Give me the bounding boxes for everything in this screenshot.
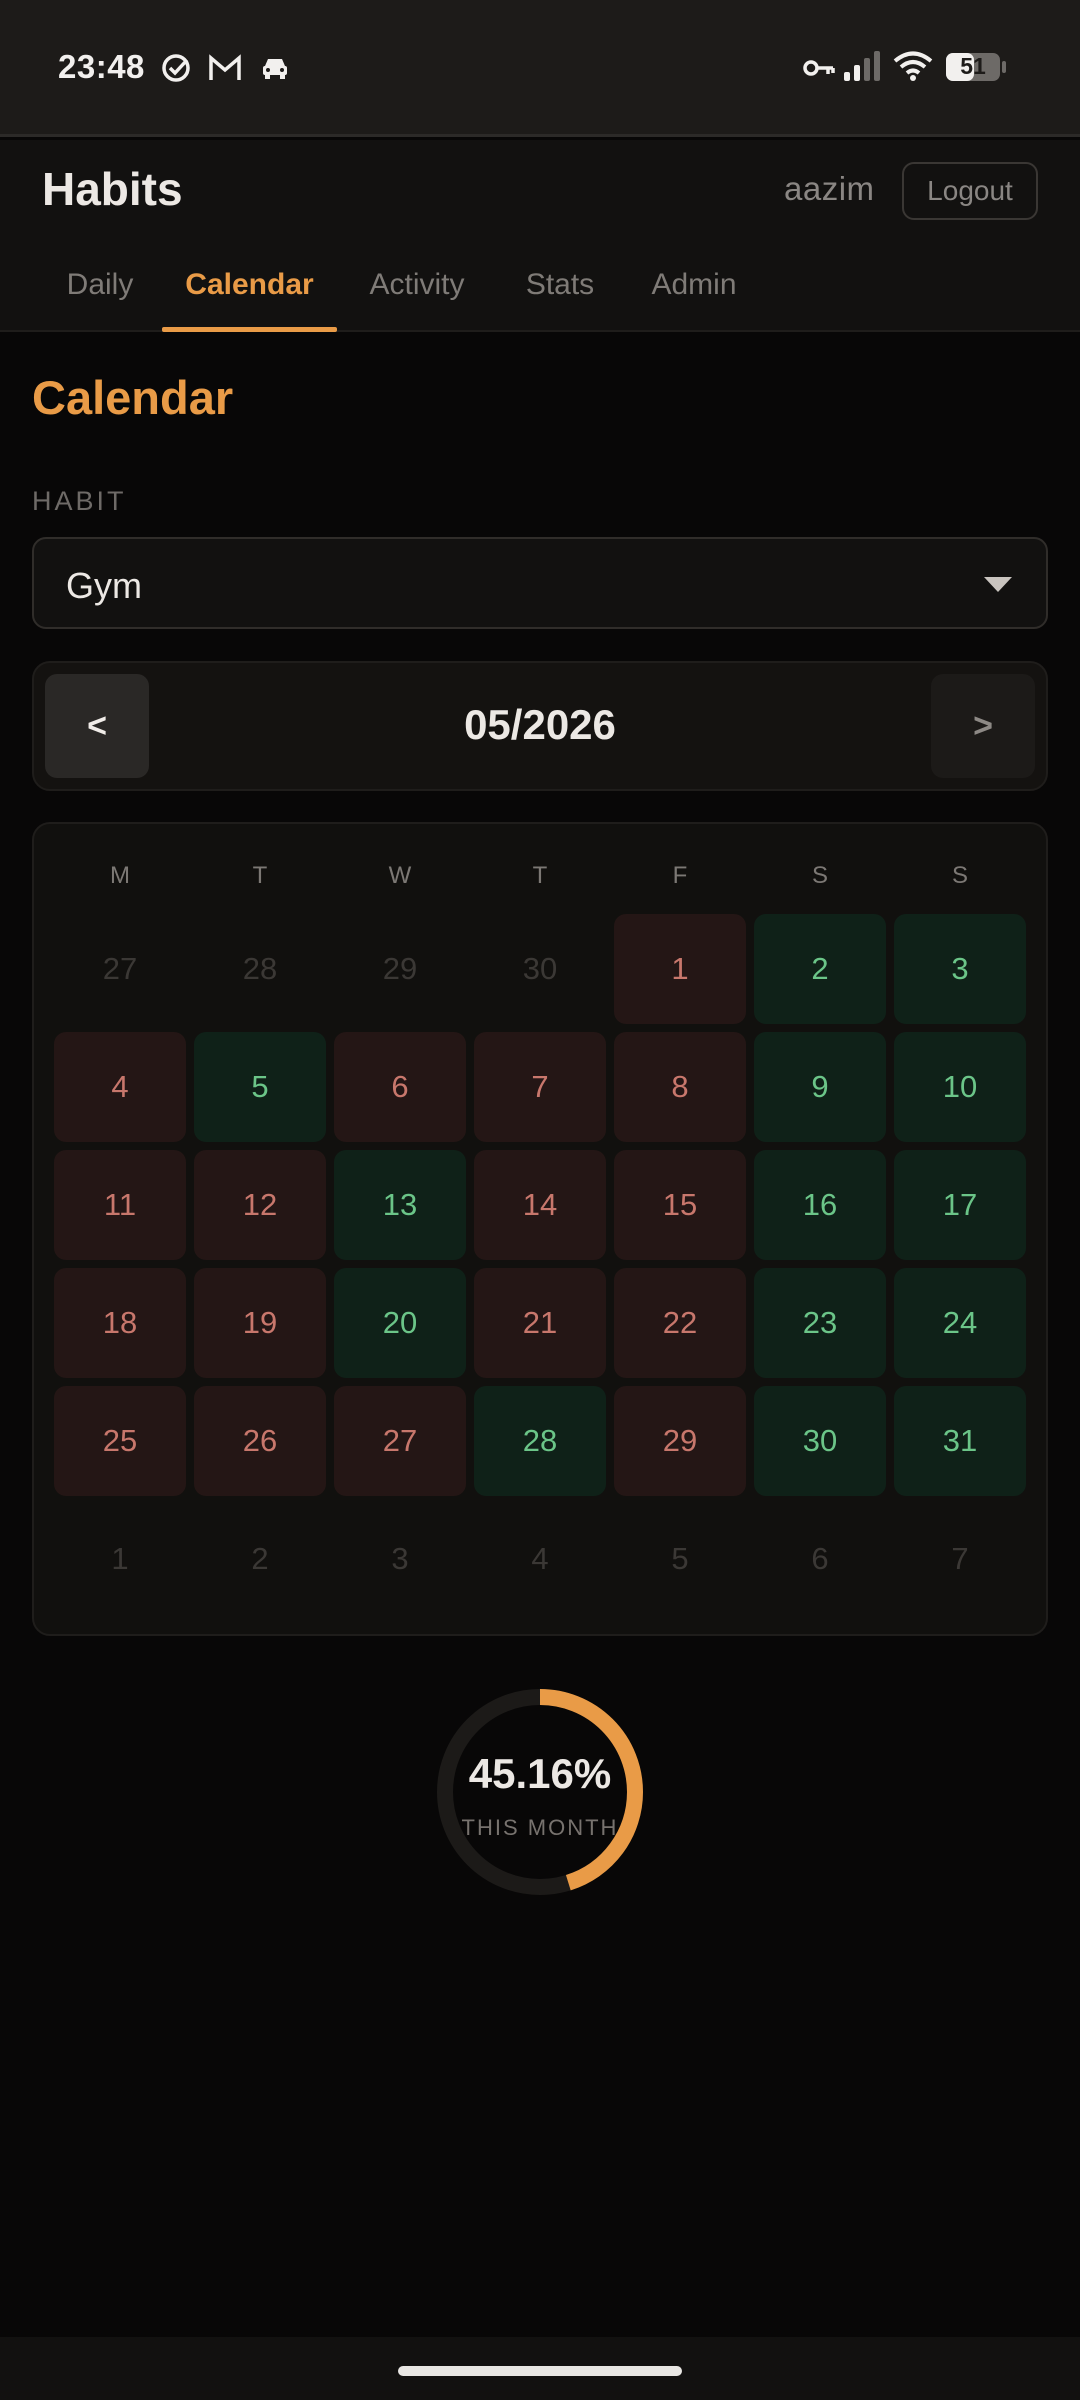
battery-icon: 51 [945,52,1007,89]
calendar-day-done[interactable]: 30 [754,1386,886,1496]
username: aazim [784,170,875,207]
app-title: Habits [42,163,183,215]
calendar-day-outside: 27 [102,951,138,986]
calendar-day-outside: 4 [531,1541,549,1576]
calendar-day-missed[interactable]: 6 [334,1032,466,1142]
calendar-day-done[interactable]: 31 [894,1386,1026,1496]
calendar-day-missed[interactable]: 19 [194,1268,326,1378]
next-month-button[interactable]: > [931,674,1035,778]
wifi-icon [893,50,933,87]
tab-activity[interactable]: Activity [350,248,484,332]
gmail-icon [208,52,242,89]
logout-button[interactable]: Logout [902,162,1038,220]
habit-label: HABIT [32,486,127,516]
status-bar: 23:48 51 [0,0,1080,137]
weekday-header: F [672,862,688,889]
weekday-header: W [388,862,412,889]
calendar-day-missed[interactable]: 22 [614,1268,746,1378]
calendar-day-missed[interactable]: 15 [614,1150,746,1260]
calendar-day-done[interactable]: 24 [894,1268,1026,1378]
car-icon [259,52,291,89]
progress-caption: THIS MONTH [461,1815,619,1840]
calendar-day-done[interactable]: 10 [894,1032,1026,1142]
tab-stats[interactable]: Stats [508,248,612,332]
calendar-day-missed[interactable]: 21 [474,1268,606,1378]
calendar-day-outside: 1 [111,1541,129,1576]
calendar-day-missed[interactable]: 14 [474,1150,606,1260]
calendar-day-outside: 3 [391,1541,409,1576]
calendar-day-missed[interactable]: 29 [614,1386,746,1496]
calendar-day-done[interactable]: 13 [334,1150,466,1260]
status-time: 23:48 [58,48,145,85]
calendar-day-missed[interactable]: 11 [54,1150,186,1260]
calendar-day-done[interactable]: 9 [754,1032,886,1142]
calendar-day-done[interactable]: 17 [894,1150,1026,1260]
calendar-day-done[interactable]: 28 [474,1386,606,1496]
calendar-day-done[interactable]: 20 [334,1268,466,1378]
weekday-header: M [110,862,130,889]
calendar-day-missed[interactable]: 27 [334,1386,466,1496]
tab-bar: Daily Calendar Activity Stats Admin [0,248,1080,332]
weekday-header: T [532,862,548,889]
month-navigator: < 05/2026 > [32,661,1048,791]
calendar-day-done[interactable]: 5 [194,1032,326,1142]
habit-select-value: Gym [66,565,142,606]
battery-level: 51 [960,53,986,79]
calendar-day-missed[interactable]: 26 [194,1386,326,1496]
calendar-day-missed[interactable]: 1 [614,914,746,1024]
calendar-day-done[interactable]: 3 [894,914,1026,1024]
cell-signal-icon [843,50,881,87]
calendar-day-missed[interactable]: 18 [54,1268,186,1378]
habit-select[interactable]: Gym [32,537,1048,629]
calendar-day-outside: 5 [671,1541,689,1576]
calendar-day-outside: 2 [251,1541,269,1576]
calendar-day-done[interactable]: 16 [754,1150,886,1260]
tab-calendar[interactable]: Calendar [162,248,337,332]
weekday-header: S [811,862,828,889]
calendar-day-missed[interactable]: 25 [54,1386,186,1496]
weekday-header: S [951,862,968,889]
check-circle-icon [160,52,192,89]
app-header: Habits aazim Logout Daily Calendar Activ… [0,140,1080,332]
calendar-day-outside: 28 [242,951,278,986]
month-label: 05/2026 [464,701,616,748]
vpn-key-icon [803,56,835,85]
calendar-day-outside: 29 [382,951,418,986]
calendar-day-done[interactable]: 2 [754,914,886,1024]
chevron-down-icon [984,577,1012,592]
calendar-day-outside: 7 [951,1541,969,1576]
tab-admin[interactable]: Admin [634,248,754,332]
calendar-day-missed[interactable]: 8 [614,1032,746,1142]
progress-value: 45.16% [468,1750,612,1797]
weekday-header: T [252,862,268,889]
calendar-day-missed[interactable]: 7 [474,1032,606,1142]
tab-daily[interactable]: Daily [42,248,158,332]
calendar-grid: M T W T F S S 27 28 29 30 1 2 3 4 5 6 7 8 9 10 11 12 13 14 15 16 17… [32,822,1048,1636]
calendar-day-done[interactable]: 23 [754,1268,886,1378]
calendar-day-missed[interactable]: 12 [194,1150,326,1260]
home-indicator[interactable] [398,2366,682,2376]
calendar-day-missed[interactable]: 4 [54,1032,186,1142]
calendar-day-outside: 6 [811,1541,829,1576]
calendar-day-outside: 30 [522,951,558,986]
page-title: Calendar [32,371,234,424]
